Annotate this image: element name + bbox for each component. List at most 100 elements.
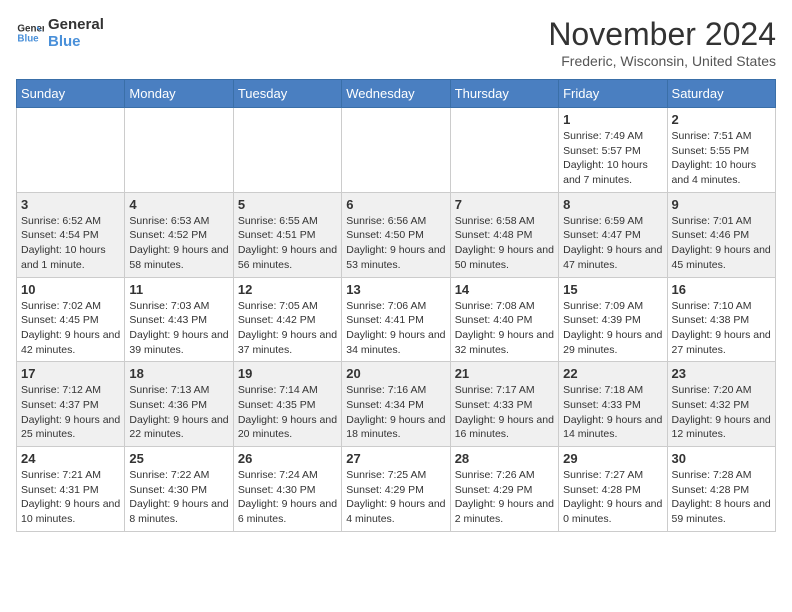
day-number: 5 [238, 197, 337, 212]
day-info: Sunrise: 7:25 AM Sunset: 4:29 PM Dayligh… [346, 468, 445, 527]
day-info: Sunrise: 7:01 AM Sunset: 4:46 PM Dayligh… [672, 214, 771, 273]
weekday-header: Saturday [667, 80, 775, 108]
logo-line2: Blue [48, 33, 104, 50]
day-number: 27 [346, 451, 445, 466]
day-number: 10 [21, 282, 120, 297]
day-info: Sunrise: 7:02 AM Sunset: 4:45 PM Dayligh… [21, 299, 120, 358]
day-info: Sunrise: 7:09 AM Sunset: 4:39 PM Dayligh… [563, 299, 662, 358]
day-number: 20 [346, 366, 445, 381]
day-info: Sunrise: 7:08 AM Sunset: 4:40 PM Dayligh… [455, 299, 554, 358]
day-info: Sunrise: 7:13 AM Sunset: 4:36 PM Dayligh… [129, 383, 228, 442]
day-number: 22 [563, 366, 662, 381]
day-number: 13 [346, 282, 445, 297]
day-number: 9 [672, 197, 771, 212]
calendar-week-row: 1 Sunrise: 7:49 AM Sunset: 5:57 PM Daylig… [17, 108, 776, 193]
calendar-cell: 13 Sunrise: 7:06 AM Sunset: 4:41 PM Dayli… [342, 277, 450, 362]
calendar-cell: 30 Sunrise: 7:28 AM Sunset: 4:28 PM Dayli… [667, 447, 775, 532]
calendar-cell: 4 Sunrise: 6:53 AM Sunset: 4:52 PM Daylig… [125, 192, 233, 277]
page-header: General Blue General Blue November 2024 … [16, 16, 776, 69]
logo-line1: General [48, 16, 104, 33]
day-info: Sunrise: 7:16 AM Sunset: 4:34 PM Dayligh… [346, 383, 445, 442]
calendar-cell [342, 108, 450, 193]
calendar-cell [450, 108, 558, 193]
calendar-cell: 9 Sunrise: 7:01 AM Sunset: 4:46 PM Daylig… [667, 192, 775, 277]
day-number: 26 [238, 451, 337, 466]
calendar-cell: 14Sunrise: 7:08 AM Sunset: 4:40 PM Dayli… [450, 277, 558, 362]
day-number: 24 [21, 451, 120, 466]
calendar-table: SundayMondayTuesdayWednesdayThursdayFrid… [16, 79, 776, 532]
calendar-cell: 28 Sunrise: 7:26 AM Sunset: 4:29 PM Dayli… [450, 447, 558, 532]
day-number: 11 [129, 282, 228, 297]
day-number: 19 [238, 366, 337, 381]
day-number: 4 [129, 197, 228, 212]
day-number: 3 [21, 197, 120, 212]
day-info: Sunrise: 6:59 AM Sunset: 4:47 PM Dayligh… [563, 214, 662, 273]
day-info: Sunrise: 6:58 AM Sunset: 4:48 PM Dayligh… [455, 214, 554, 273]
day-info: Sunrise: 6:52 AM Sunset: 4:54 PM Dayligh… [21, 214, 120, 273]
calendar-cell: 21Sunrise: 7:17 AM Sunset: 4:33 PM Dayli… [450, 362, 558, 447]
day-number: 2 [672, 112, 771, 127]
day-info: Sunrise: 7:21 AM Sunset: 4:31 PM Dayligh… [21, 468, 120, 527]
weekday-header: Thursday [450, 80, 558, 108]
calendar-cell: 2 Sunrise: 7:51 AM Sunset: 5:55 PM Daylig… [667, 108, 775, 193]
calendar-week-row: 17 Sunrise: 7:12 AM Sunset: 4:37 PM Dayli… [17, 362, 776, 447]
day-number: 21 [455, 366, 554, 381]
day-info: Sunrise: 7:51 AM Sunset: 5:55 PM Dayligh… [672, 129, 771, 188]
day-info: Sunrise: 6:53 AM Sunset: 4:52 PM Dayligh… [129, 214, 228, 273]
day-number: 8 [563, 197, 662, 212]
day-number: 6 [346, 197, 445, 212]
day-number: 17 [21, 366, 120, 381]
calendar-cell [125, 108, 233, 193]
day-number: 28 [455, 451, 554, 466]
day-info: Sunrise: 7:06 AM Sunset: 4:41 PM Dayligh… [346, 299, 445, 358]
calendar-cell: 6 Sunrise: 6:56 AM Sunset: 4:50 PM Daylig… [342, 192, 450, 277]
day-info: Sunrise: 6:56 AM Sunset: 4:50 PM Dayligh… [346, 214, 445, 273]
weekday-header: Friday [559, 80, 667, 108]
calendar-cell: 3 Sunrise: 6:52 AM Sunset: 4:54 PM Daylig… [17, 192, 125, 277]
day-number: 29 [563, 451, 662, 466]
day-info: Sunrise: 6:55 AM Sunset: 4:51 PM Dayligh… [238, 214, 337, 273]
calendar-cell: 19Sunrise: 7:14 AM Sunset: 4:35 PM Dayli… [233, 362, 341, 447]
calendar-cell: 22 Sunrise: 7:18 AM Sunset: 4:33 PM Dayli… [559, 362, 667, 447]
calendar-cell: 29 Sunrise: 7:27 AM Sunset: 4:28 PM Dayli… [559, 447, 667, 532]
day-info: Sunrise: 7:18 AM Sunset: 4:33 PM Dayligh… [563, 383, 662, 442]
day-number: 7 [455, 197, 554, 212]
month-title: November 2024 [548, 16, 776, 53]
day-info: Sunrise: 7:28 AM Sunset: 4:28 PM Dayligh… [672, 468, 771, 527]
day-number: 15 [563, 282, 662, 297]
day-info: Sunrise: 7:20 AM Sunset: 4:32 PM Dayligh… [672, 383, 771, 442]
calendar-cell: 12Sunrise: 7:05 AM Sunset: 4:42 PM Dayli… [233, 277, 341, 362]
day-number: 23 [672, 366, 771, 381]
svg-text:Blue: Blue [17, 33, 39, 44]
weekday-header: Tuesday [233, 80, 341, 108]
day-info: Sunrise: 7:26 AM Sunset: 4:29 PM Dayligh… [455, 468, 554, 527]
calendar-cell: 20 Sunrise: 7:16 AM Sunset: 4:34 PM Dayli… [342, 362, 450, 447]
calendar-cell: 25Sunrise: 7:22 AM Sunset: 4:30 PM Dayli… [125, 447, 233, 532]
calendar-cell: 10 Sunrise: 7:02 AM Sunset: 4:45 PM Dayli… [17, 277, 125, 362]
calendar-week-row: 3 Sunrise: 6:52 AM Sunset: 4:54 PM Daylig… [17, 192, 776, 277]
day-info: Sunrise: 7:49 AM Sunset: 5:57 PM Dayligh… [563, 129, 662, 188]
calendar-cell: 7 Sunrise: 6:58 AM Sunset: 4:48 PM Daylig… [450, 192, 558, 277]
day-number: 16 [672, 282, 771, 297]
calendar-header-row: SundayMondayTuesdayWednesdayThursdayFrid… [17, 80, 776, 108]
calendar-cell: 11 Sunrise: 7:03 AM Sunset: 4:43 PM Dayli… [125, 277, 233, 362]
day-info: Sunrise: 7:05 AM Sunset: 4:42 PM Dayligh… [238, 299, 337, 358]
calendar-week-row: 24 Sunrise: 7:21 AM Sunset: 4:31 PM Dayli… [17, 447, 776, 532]
title-area: November 2024 Frederic, Wisconsin, Unite… [548, 16, 776, 69]
day-info: Sunrise: 7:03 AM Sunset: 4:43 PM Dayligh… [129, 299, 228, 358]
day-number: 30 [672, 451, 771, 466]
day-info: Sunrise: 7:12 AM Sunset: 4:37 PM Dayligh… [21, 383, 120, 442]
logo-icon: General Blue [16, 19, 44, 47]
calendar-cell: 16 Sunrise: 7:10 AM Sunset: 4:38 PM Dayli… [667, 277, 775, 362]
calendar-cell: 27 Sunrise: 7:25 AM Sunset: 4:29 PM Dayli… [342, 447, 450, 532]
calendar-cell: 8 Sunrise: 6:59 AM Sunset: 4:47 PM Daylig… [559, 192, 667, 277]
calendar-week-row: 10 Sunrise: 7:02 AM Sunset: 4:45 PM Dayli… [17, 277, 776, 362]
day-info: Sunrise: 7:10 AM Sunset: 4:38 PM Dayligh… [672, 299, 771, 358]
day-number: 1 [563, 112, 662, 127]
calendar-cell: 17 Sunrise: 7:12 AM Sunset: 4:37 PM Dayli… [17, 362, 125, 447]
day-number: 25 [129, 451, 228, 466]
calendar-cell: 15 Sunrise: 7:09 AM Sunset: 4:39 PM Dayli… [559, 277, 667, 362]
weekday-header: Sunday [17, 80, 125, 108]
day-info: Sunrise: 7:27 AM Sunset: 4:28 PM Dayligh… [563, 468, 662, 527]
calendar-cell: 26Sunrise: 7:24 AM Sunset: 4:30 PM Dayli… [233, 447, 341, 532]
